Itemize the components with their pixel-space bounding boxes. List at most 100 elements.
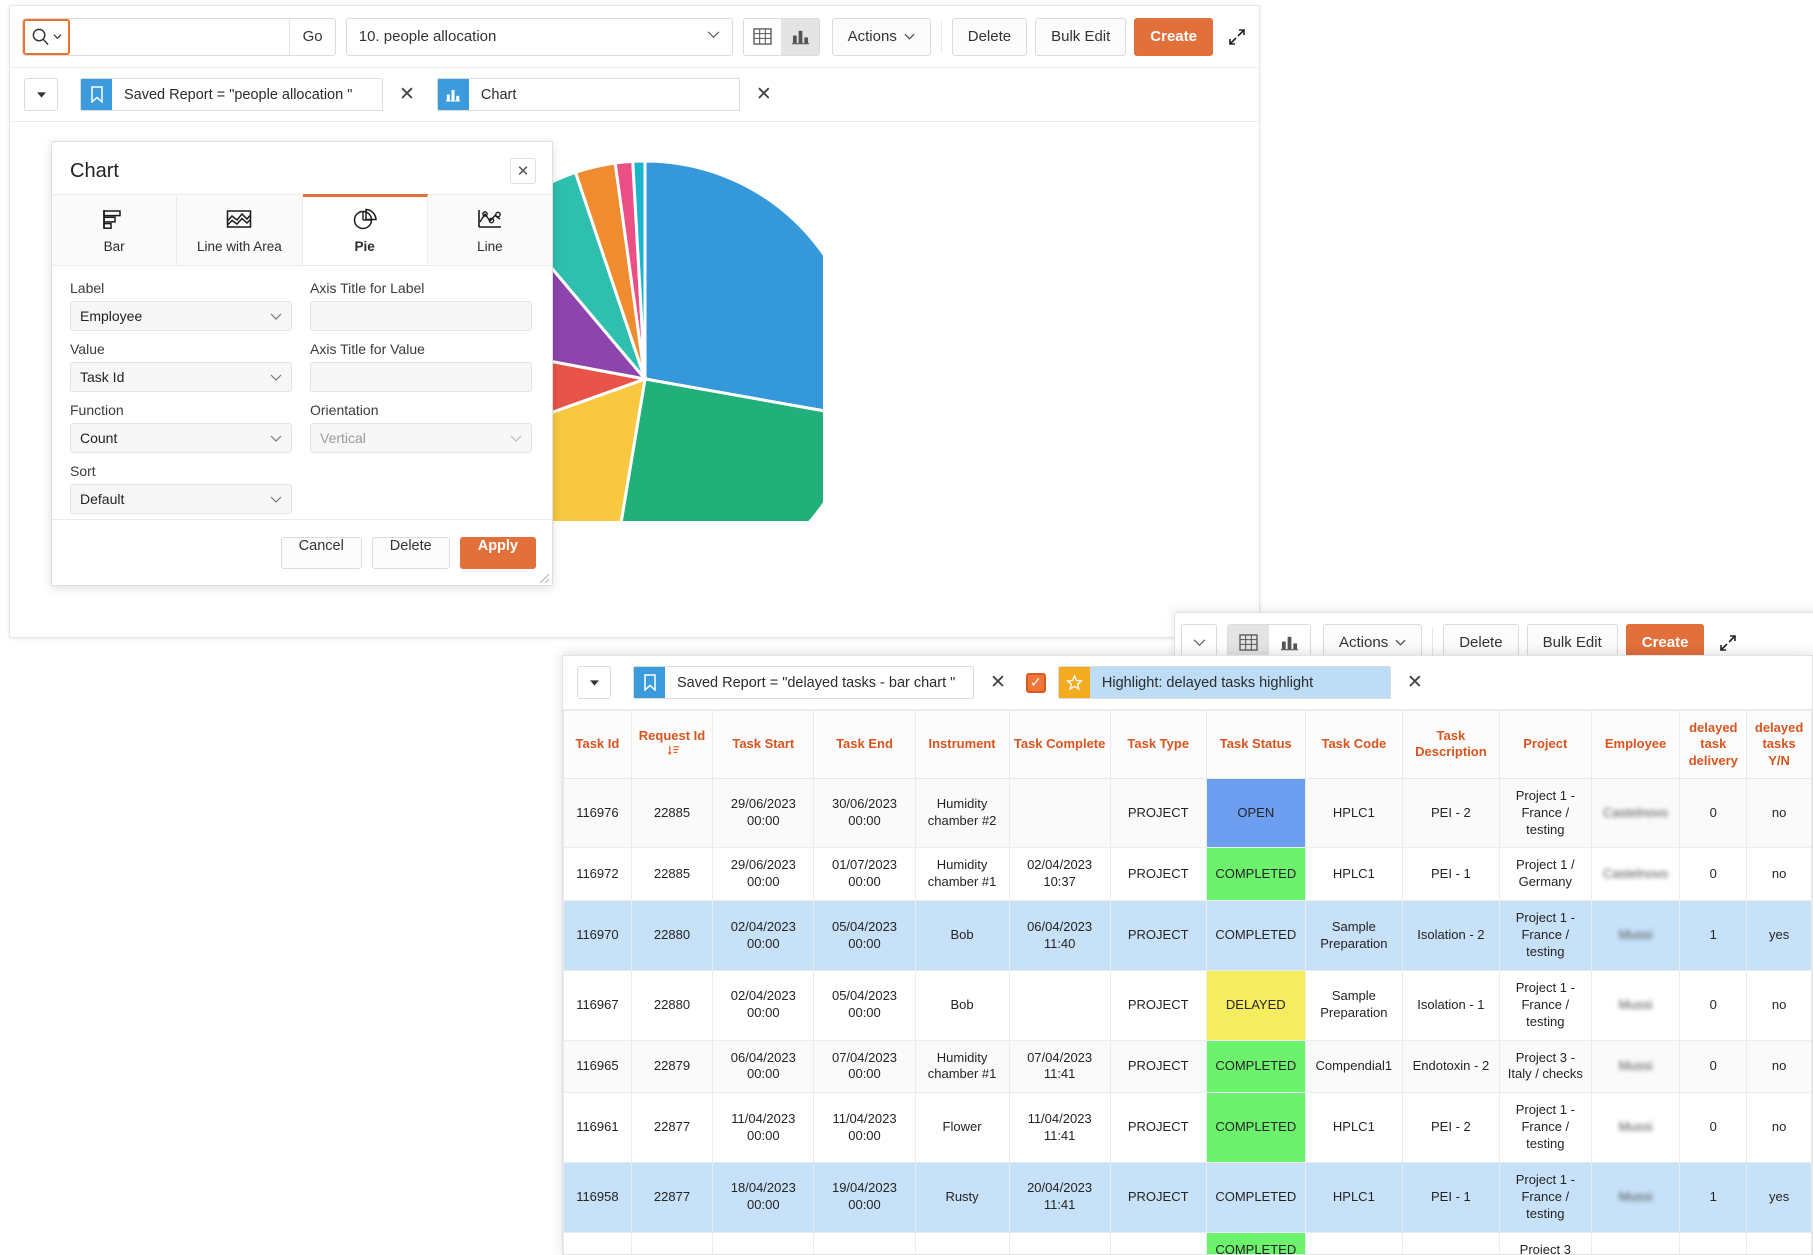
cell-task-description: PEI - 1	[1401, 1162, 1500, 1233]
employee-name: Mussi	[1618, 996, 1653, 1012]
table-row[interactable]: 116972 22885 29/06/2023 00:00 01/07/2023 00…	[563, 847, 1812, 902]
th-task-type[interactable]: Task Type	[1109, 710, 1207, 779]
th-employee[interactable]: Employee	[1590, 710, 1681, 779]
th-delayed-task-delivery[interactable]: delayed task delivery	[1679, 710, 1748, 779]
cell-task-code: HPLC1	[1304, 777, 1403, 849]
cell-delayed-delivery: 0	[1679, 1039, 1748, 1094]
cell-delayed-delivery: 0	[1679, 777, 1748, 849]
bulk-edit-button[interactable]: Bulk Edit	[1035, 17, 1127, 56]
th-instrument[interactable]: Instrument	[914, 710, 1010, 779]
chart-chip[interactable]: Chart	[436, 78, 740, 111]
panel2-expand-icon[interactable]	[1718, 633, 1738, 653]
orientation-select[interactable]: Vertical	[310, 423, 532, 453]
th-task-complete[interactable]: Task Complete	[1008, 710, 1111, 779]
close-icon[interactable]: ✕	[510, 158, 536, 184]
pie-slice[interactable]	[643, 159, 865, 419]
cell-task-code	[1304, 1231, 1403, 1254]
grid-view-icon[interactable]	[744, 18, 782, 55]
axis-title-value-input[interactable]	[310, 362, 532, 392]
cell-task-status: OPEN	[1205, 777, 1306, 849]
tab-line[interactable]: Line	[427, 195, 552, 265]
th-task-code[interactable]: Task Code	[1304, 710, 1403, 779]
cell-instrument: Bob	[914, 969, 1010, 1041]
cell-instrument: Humidity chamber #2	[914, 777, 1010, 849]
tab-line-label: Line	[477, 238, 503, 254]
cell-task-status: COMPLETED	[1205, 1092, 1306, 1163]
th-task-start[interactable]: Task Start	[712, 710, 815, 779]
panel2-filter-caret-button[interactable]	[577, 666, 611, 699]
cell-task-code: HPLC1	[1304, 1092, 1403, 1163]
function-select[interactable]: Count	[70, 423, 292, 453]
highlight-checkbox[interactable]: ✓	[1025, 672, 1046, 693]
search-input[interactable]	[70, 18, 290, 55]
table-row[interactable]: 116976 22885 29/06/2023 00:00 30/06/2023 00…	[563, 777, 1812, 849]
cell-employee: Castelnovo	[1590, 777, 1681, 849]
value-caption: Value	[70, 341, 105, 357]
th-request-id[interactable]: Request Id	[630, 710, 714, 779]
table-row[interactable]: 116958 22877 18/04/2023 00:00 19/04/2023 00…	[563, 1162, 1812, 1233]
search-icon[interactable]	[23, 18, 71, 55]
table-row[interactable]: COMPLETED Project 3	[563, 1231, 1812, 1254]
chart-chip-close[interactable]: ✕	[756, 83, 772, 106]
cancel-button[interactable]: Cancel	[280, 536, 362, 569]
th-task-id[interactable]: Task Id	[563, 710, 632, 779]
form-row-function: Function Count Orientation Vertical	[70, 402, 534, 453]
cell-task-start: 29/06/2023 00:00	[712, 777, 815, 849]
filter-caret-button[interactable]	[24, 78, 58, 111]
cell-task-start	[712, 1231, 815, 1254]
table-header-row: Task Id Request Id Task Start Task End I…	[563, 710, 1812, 779]
tab-bar[interactable]: Bar	[52, 195, 178, 265]
cell-task-description: Isolation - 2	[1401, 900, 1500, 971]
report-select[interactable]: 10. people allocation	[345, 17, 734, 56]
th-task-status[interactable]: Task Status	[1205, 710, 1306, 779]
table-row[interactable]: 116965 22879 06/04/2023 00:00 07/04/2023 00…	[563, 1039, 1812, 1094]
cell-task-type	[1109, 1231, 1207, 1254]
cell-task-id: 116976	[563, 777, 632, 849]
saved-report-chip[interactable]: Saved Report = "people allocation "	[80, 78, 383, 111]
create-button[interactable]: Create	[1134, 17, 1213, 56]
th-request-id-label: Request Id	[638, 727, 706, 743]
dialog-delete-button[interactable]: Delete	[371, 536, 450, 569]
tab-pie[interactable]: Pie	[302, 194, 428, 264]
chevron-down-icon	[707, 28, 720, 45]
tab-line-with-area[interactable]: Line with Area	[177, 195, 303, 265]
delayed-tasks-grid-panel: Saved Report = "delayed tasks - bar char…	[562, 655, 1813, 1255]
delete-button[interactable]: Delete	[951, 17, 1028, 56]
chevron-down-icon	[904, 33, 915, 40]
cell-employee: Castelnovo	[1590, 847, 1681, 902]
th-task-end[interactable]: Task End	[813, 710, 916, 779]
chart-icon	[437, 79, 469, 110]
panel2-saved-report-close[interactable]: ✕	[990, 671, 1006, 694]
axis-title-value-caption: Axis Title for Value	[310, 341, 425, 357]
resize-handle[interactable]	[538, 571, 550, 584]
apply-button[interactable]: Apply	[459, 536, 536, 569]
chart-view-icon[interactable]	[781, 18, 819, 55]
highlight-chip[interactable]: Highlight: delayed tasks highlight	[1057, 666, 1391, 699]
cell-task-code: Compendial1	[1304, 1039, 1403, 1094]
highlight-chip-close[interactable]: ✕	[1407, 671, 1423, 694]
saved-report-chip-close[interactable]: ✕	[399, 83, 415, 106]
sort-select[interactable]: Default	[70, 484, 292, 514]
th-delayed-tasks-yn[interactable]: delayed tasks Y/N	[1746, 710, 1812, 779]
th-task-description[interactable]: Task Description	[1401, 710, 1500, 779]
actions-button[interactable]: Actions	[831, 17, 931, 56]
expand-icon[interactable]	[1227, 27, 1247, 47]
cell-task-end	[813, 1231, 916, 1254]
label-select[interactable]: Employee	[70, 301, 292, 331]
cell-task-id: 116972	[563, 847, 632, 902]
panel1-filter-bar: Saved Report = "people allocation " ✕ Ch…	[10, 68, 1259, 122]
value-select[interactable]: Task Id	[70, 362, 292, 392]
th-project[interactable]: Project	[1498, 710, 1592, 779]
go-button[interactable]: Go	[289, 18, 335, 55]
chevron-down-icon	[270, 496, 282, 503]
table-row[interactable]: 116970 22880 02/04/2023 00:00 05/04/2023 00…	[563, 900, 1812, 971]
sort-desc-icon[interactable]	[667, 744, 680, 761]
cell-task-id: 116970	[563, 900, 632, 971]
panel2-saved-report-chip[interactable]: Saved Report = "delayed tasks - bar char…	[633, 666, 974, 699]
table-row[interactable]: 116967 22880 02/04/2023 00:00 05/04/2023 00…	[563, 969, 1812, 1041]
tab-line-with-area-label: Line with Area	[196, 238, 282, 254]
table-row[interactable]: 116961 22877 11/04/2023 00:00 11/04/2023 00…	[563, 1092, 1812, 1163]
cell-employee	[1590, 1231, 1681, 1254]
cell-delayed-delivery: 0	[1679, 969, 1748, 1041]
axis-title-label-input[interactable]	[310, 301, 532, 331]
